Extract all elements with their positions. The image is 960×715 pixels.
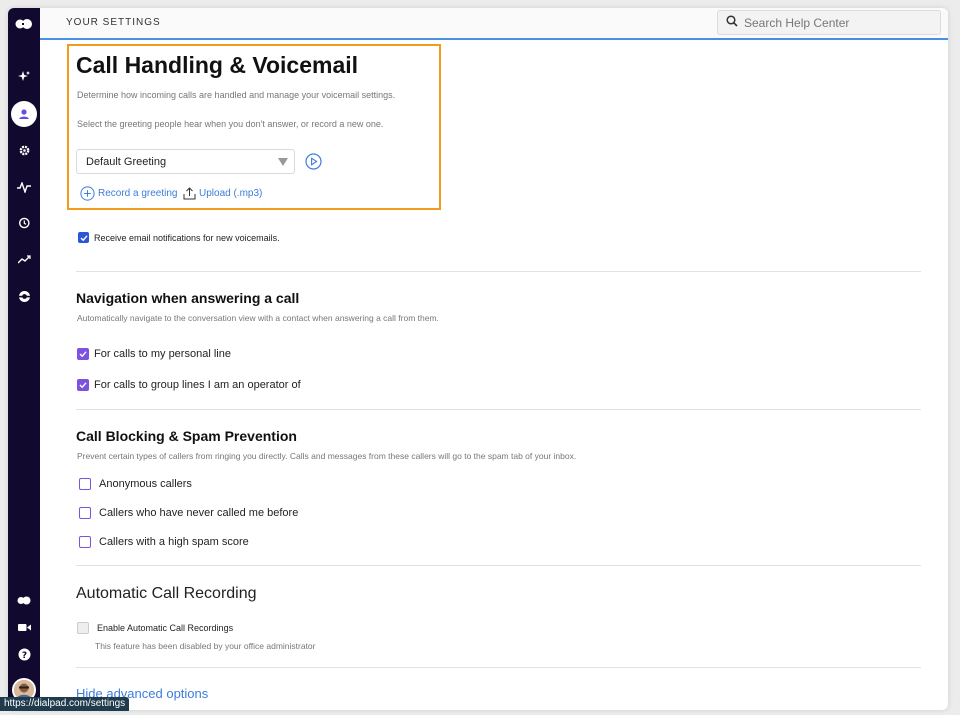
search-input[interactable] bbox=[744, 15, 924, 30]
block-anonymous-checkbox[interactable] bbox=[79, 478, 91, 490]
video-icon[interactable] bbox=[8, 616, 40, 638]
dialpad-small-icon[interactable] bbox=[8, 589, 40, 611]
email-notify-row: Receive email notifications for new voic… bbox=[78, 232, 280, 243]
nav-personal-checkbox[interactable] bbox=[77, 348, 89, 360]
nav-option-group: For calls to group lines I am an operato… bbox=[77, 379, 301, 391]
record-greeting-link[interactable]: Record a greeting bbox=[80, 186, 178, 201]
blocking-description: Prevent certain types of callers from ri… bbox=[77, 451, 577, 461]
support-icon[interactable] bbox=[8, 285, 40, 307]
block-option-anonymous: Anonymous callers bbox=[79, 478, 192, 490]
history-icon[interactable] bbox=[8, 212, 40, 234]
email-notify-label: Receive email notifications for new voic… bbox=[94, 232, 280, 243]
search-icon bbox=[726, 14, 738, 32]
upload-icon bbox=[183, 187, 196, 200]
help-search-box[interactable] bbox=[717, 10, 941, 35]
status-bar-url: https://dialpad.com/settings bbox=[0, 697, 130, 711]
block-option-spam-score: Callers with a high spam score bbox=[79, 536, 249, 548]
check-icon bbox=[79, 382, 87, 389]
activity-icon[interactable] bbox=[8, 176, 40, 198]
voicemail-description: Determine how incoming calls are handled… bbox=[77, 90, 396, 100]
recording-option-row: Enable Automatic Call Recordings bbox=[77, 622, 233, 634]
trending-icon[interactable] bbox=[8, 248, 40, 270]
check-icon bbox=[79, 351, 87, 358]
voicemail-title: Call Handling & Voicemail bbox=[76, 52, 359, 78]
upload-greeting-link[interactable]: Upload (.mp3) bbox=[183, 186, 262, 200]
help-icon[interactable]: ? bbox=[8, 643, 40, 665]
recording-option-label: Enable Automatic Call Recordings bbox=[97, 623, 234, 633]
block-spam-score-checkbox[interactable] bbox=[79, 536, 91, 548]
svg-text:?: ? bbox=[21, 651, 26, 661]
user-icon[interactable] bbox=[11, 101, 37, 127]
upload-greeting-label: Upload (.mp3) bbox=[199, 187, 263, 199]
recording-disabled-note: This feature has been disabled by your o… bbox=[95, 641, 316, 651]
block-never-called-checkbox[interactable] bbox=[79, 507, 91, 519]
block-spam-score-label: Callers with a high spam score bbox=[99, 536, 249, 548]
blocking-title: Call Blocking & Spam Prevention bbox=[76, 428, 297, 444]
play-greeting-button[interactable] bbox=[305, 153, 322, 175]
record-greeting-label: Record a greeting bbox=[98, 188, 178, 199]
top-bar: YOUR SETTINGS bbox=[40, 8, 948, 40]
block-anonymous-label: Anonymous callers bbox=[99, 478, 192, 490]
dialpad-logo-icon[interactable] bbox=[8, 13, 40, 35]
section-divider bbox=[76, 271, 921, 272]
block-never-called-label: Callers who have never called me before bbox=[99, 507, 299, 519]
gear-icon[interactable] bbox=[8, 139, 40, 161]
ai-sparkle-icon[interactable] bbox=[8, 66, 40, 88]
app-window: ? YOUR SETTINGS Call Handling & Voicemai… bbox=[8, 8, 948, 710]
play-icon bbox=[305, 153, 322, 170]
nav-group-checkbox[interactable] bbox=[77, 379, 89, 391]
section-divider bbox=[76, 667, 921, 668]
nav-group-label: For calls to group lines I am an operato… bbox=[94, 379, 301, 391]
nav-personal-label: For calls to my personal line bbox=[94, 348, 231, 360]
navigation-description: Automatically navigate to the conversati… bbox=[77, 313, 439, 323]
block-option-never-called: Callers who have never called me before bbox=[79, 507, 298, 519]
section-divider bbox=[76, 565, 921, 566]
section-divider bbox=[76, 409, 921, 410]
plus-circle-icon bbox=[80, 186, 95, 201]
check-icon bbox=[80, 234, 88, 241]
left-rail: ? bbox=[8, 8, 40, 710]
email-notify-checkbox[interactable] bbox=[78, 232, 89, 243]
navigation-title: Navigation when answering a call bbox=[76, 290, 300, 306]
caret-down-icon bbox=[278, 158, 288, 166]
page-section-title: YOUR SETTINGS bbox=[66, 17, 161, 28]
recording-checkbox bbox=[77, 622, 89, 634]
greeting-hint: Select the greeting people hear when you… bbox=[77, 119, 384, 129]
nav-option-personal: For calls to my personal line bbox=[77, 348, 231, 360]
greeting-select[interactable]: Default Greeting bbox=[76, 149, 295, 174]
greeting-select-value: Default Greeting bbox=[86, 155, 167, 168]
recording-title: Automatic Call Recording bbox=[76, 585, 257, 602]
